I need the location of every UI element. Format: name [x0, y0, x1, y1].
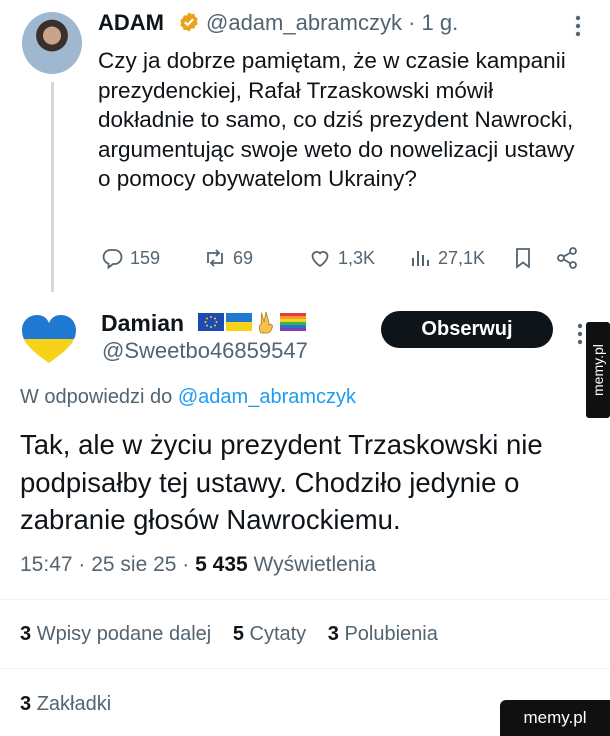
- thread-connector-line: [51, 82, 54, 292]
- quotes-label: Cytaty: [249, 623, 307, 645]
- bookmarks-label: Zakładki: [36, 693, 112, 715]
- ukraine-flag-icon: [226, 313, 252, 331]
- reposts-label: Wpisy podane dalej: [36, 623, 212, 645]
- tweet-text: Tak, ale w życiu prezydent Trzaskowski n…: [20, 429, 543, 535]
- victory-hand-icon: [259, 311, 273, 334]
- tweet-time[interactable]: · 1 g.: [408, 10, 458, 35]
- repost-icon: [207, 249, 223, 267]
- views-button[interactable]: 27,1K: [408, 244, 485, 272]
- verified-badge-icon: [180, 12, 198, 32]
- watermark: memy.pl: [500, 700, 610, 736]
- more-options-icon[interactable]: [573, 14, 583, 38]
- views-count: 5 435: [195, 553, 248, 576]
- repost-button[interactable]: 69: [203, 244, 253, 272]
- share-icon: [557, 247, 577, 269]
- reposts-stat[interactable]: 3 Wpisy podane dalej: [20, 623, 211, 645]
- reply-context: W odpowiedzi do @adam_abramczyk: [20, 386, 356, 409]
- tweet-text: Czy ja dobrze pamiętam, że w czasie kamp…: [98, 48, 575, 192]
- author-name[interactable]: Damian: [101, 310, 184, 337]
- author-name[interactable]: ADAM: [98, 10, 164, 36]
- tweet-metadata: 15:47 · 25 sie 25 · 5 435 Wyświetlenia: [20, 553, 376, 577]
- quotes-count: 5: [232, 623, 244, 645]
- avatar[interactable]: [22, 12, 82, 74]
- likes-count: 3: [327, 623, 339, 645]
- reply-button[interactable]: 159: [100, 244, 160, 272]
- quotes-stat[interactable]: 5 Cytaty: [233, 623, 306, 645]
- views-label: Wyświetlenia: [253, 553, 376, 576]
- rainbow-flag-icon: [280, 313, 306, 331]
- bookmark-button[interactable]: [511, 244, 535, 272]
- reply-count: 159: [130, 247, 161, 268]
- tweet-timestamp[interactable]: 15:47 · 25 sie 25 ·: [20, 553, 189, 576]
- author-handle[interactable]: @Sweetbo46859547: [102, 338, 308, 364]
- watermark: memy.pl: [586, 322, 610, 418]
- likes-stat[interactable]: 3 Polubienia: [328, 623, 438, 645]
- bookmarks-stat[interactable]: 3 Zakładki: [20, 693, 111, 716]
- likes-label: Polubienia: [344, 623, 438, 645]
- more-options-icon[interactable]: [575, 322, 585, 346]
- like-button[interactable]: 1,3K: [308, 244, 375, 272]
- share-button[interactable]: [555, 244, 579, 272]
- like-count: 1,3K: [338, 247, 376, 268]
- reposts-count: 3: [20, 623, 32, 645]
- follow-button[interactable]: Obserwuj: [381, 311, 553, 348]
- repost-count: 69: [233, 247, 254, 268]
- name-emoji-group: [198, 310, 306, 334]
- divider: [0, 599, 610, 600]
- heart-icon: [311, 251, 329, 268]
- views-count: 27,1K: [438, 247, 486, 268]
- avatar[interactable]: [20, 314, 78, 364]
- reply-prefix: W odpowiedzi do: [20, 386, 173, 408]
- reply-icon: [102, 249, 123, 270]
- engagement-stats: 3 Wpisy podane dalej 5 Cytaty 3 Polubien…: [20, 623, 454, 646]
- bookmark-icon: [516, 248, 530, 269]
- bookmarks-count: 3: [20, 693, 32, 715]
- reply-to-link[interactable]: @adam_abramczyk: [178, 386, 356, 408]
- analytics-icon: [412, 251, 429, 266]
- handle-text[interactable]: @adam_abramczyk: [206, 10, 402, 35]
- divider: [0, 668, 610, 669]
- eu-flag-icon: [198, 313, 224, 331]
- author-handle[interactable]: @adam_abramczyk · 1 g.: [206, 10, 458, 36]
